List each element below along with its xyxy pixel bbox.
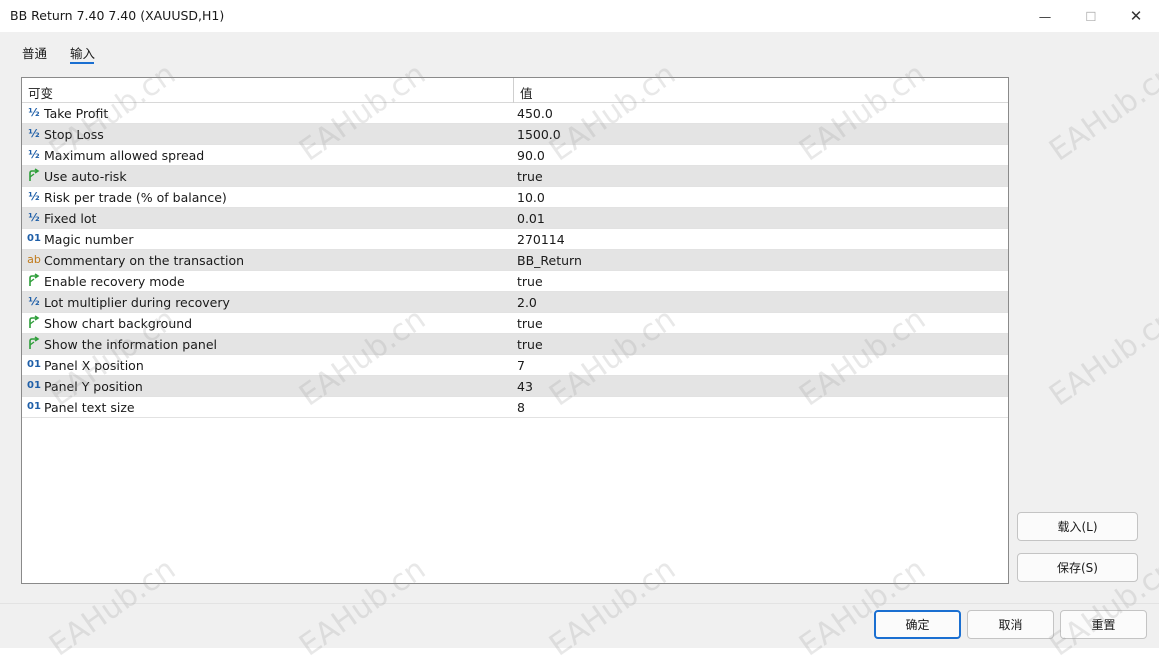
parameter-value[interactable]: 8 [517,400,525,415]
parameter-name: Use auto-risk [44,169,127,184]
parameter-value[interactable]: 0.01 [517,211,545,226]
parameter-name: Show chart background [44,316,193,331]
parameter-name: Enable recovery mode [44,274,185,289]
parameter-name: Risk per trade (% of balance) [44,190,227,205]
column-header-variable[interactable]: 可变 [28,83,53,102]
half-icon: ½ [28,295,40,308]
save-button[interactable]: 保存(S) [1017,553,1138,582]
parameter-name: Show the information panel [44,337,217,352]
dialog-body: 普通 输入 可变 值 ½ Take Profit 450.0 ½ Stop Loss 15… [0,32,1159,648]
half-icon: ½ [28,106,40,119]
int-icon: 01 [27,401,41,412]
parameter-name: Panel Y position [44,379,143,394]
half-icon: ½ [28,127,40,140]
int-icon: 01 [27,359,41,370]
parameter-name: Take Profit [44,106,109,121]
table-row[interactable]: ½ Take Profit 450.0 [22,103,1008,124]
dialog-footer: 确定 取消 重置 [0,603,1159,648]
inputs-grid[interactable]: 可变 值 ½ Take Profit 450.0 ½ Stop Loss 1500.0 ½ M… [21,77,1009,584]
int-icon: 01 [27,380,41,391]
reset-button[interactable]: 重置 [1060,610,1147,639]
string-icon: ab [27,253,41,266]
table-row[interactable]: 01 Panel X position 7 [22,355,1008,376]
parameter-value[interactable]: true [517,337,543,352]
parameter-value[interactable]: 2.0 [517,295,537,310]
table-row[interactable]: Enable recovery mode true [22,271,1008,292]
parameter-value[interactable]: 7 [517,358,525,373]
half-icon: ½ [28,211,40,224]
half-icon: ½ [28,148,40,161]
window-title: BB Return 7.40 7.40 (XAUUSD,H1) [10,8,225,23]
table-row[interactable]: 01 Panel Y position 43 [22,376,1008,397]
maximize-icon: ☐ [1085,8,1097,24]
tab-general[interactable]: 普通 [22,43,47,62]
table-row[interactable]: ½ Maximum allowed spread 90.0 [22,145,1008,166]
column-header-value[interactable]: 值 [520,83,533,102]
parameter-name: Commentary on the transaction [44,253,245,268]
half-icon: ½ [28,190,40,203]
parameter-name: Panel X position [44,358,144,373]
grid-rows: ½ Take Profit 450.0 ½ Stop Loss 1500.0 ½ Maximu… [22,103,1008,418]
table-row[interactable]: ½ Fixed lot 0.01 [22,208,1008,229]
parameter-value[interactable]: 10.0 [517,190,545,205]
tab-inputs[interactable]: 输入 [70,43,95,62]
parameter-name: Fixed lot [44,211,97,226]
table-row[interactable]: Show chart background true [22,313,1008,334]
table-row[interactable]: Show the information panel true [22,334,1008,355]
parameter-value[interactable]: 270114 [517,232,565,247]
parameter-name: Stop Loss [44,127,104,142]
parameter-value[interactable]: BB_Return [517,253,582,268]
close-icon: ✕ [1129,7,1143,25]
bool-arrow-icon [26,168,42,184]
parameter-name: Magic number [44,232,134,247]
title-bar: BB Return 7.40 7.40 (XAUUSD,H1) — ☐ ✕ [0,0,1159,32]
cancel-button[interactable]: 取消 [967,610,1054,639]
int-icon: 01 [27,233,41,244]
parameter-name: Lot multiplier during recovery [44,295,230,310]
parameter-name: Panel text size [44,400,135,415]
table-row[interactable]: 01 Panel text size 8 [22,397,1008,418]
parameter-value[interactable]: 43 [517,379,533,394]
parameter-value[interactable]: true [517,316,543,331]
table-row[interactable]: ab Commentary on the transaction BB_Return [22,250,1008,271]
table-row[interactable]: ½ Stop Loss 1500.0 [22,124,1008,145]
grid-header: 可变 值 [22,78,1008,103]
close-button[interactable]: ✕ [1113,0,1159,32]
parameter-value[interactable]: 450.0 [517,106,553,121]
bool-arrow-icon [26,273,42,289]
parameter-name: Maximum allowed spread [44,148,205,163]
table-row[interactable]: Use auto-risk true [22,166,1008,187]
table-row[interactable]: ½ Lot multiplier during recovery 2.0 [22,292,1008,313]
minimize-icon: — [1038,8,1052,24]
parameter-value[interactable]: 90.0 [517,148,545,163]
ok-button[interactable]: 确定 [874,610,961,639]
minimize-button[interactable]: — [1022,0,1068,32]
parameter-value[interactable]: 1500.0 [517,127,561,142]
parameter-value[interactable]: true [517,274,543,289]
parameter-value[interactable]: true [517,169,543,184]
load-button[interactable]: 载入(L) [1017,512,1138,541]
maximize-button[interactable]: ☐ [1068,0,1114,32]
bool-arrow-icon [26,315,42,331]
active-tab-indicator [70,62,94,64]
table-row[interactable]: ½ Risk per trade (% of balance) 10.0 [22,187,1008,208]
bool-arrow-icon [26,336,42,352]
table-row[interactable]: 01 Magic number 270114 [22,229,1008,250]
